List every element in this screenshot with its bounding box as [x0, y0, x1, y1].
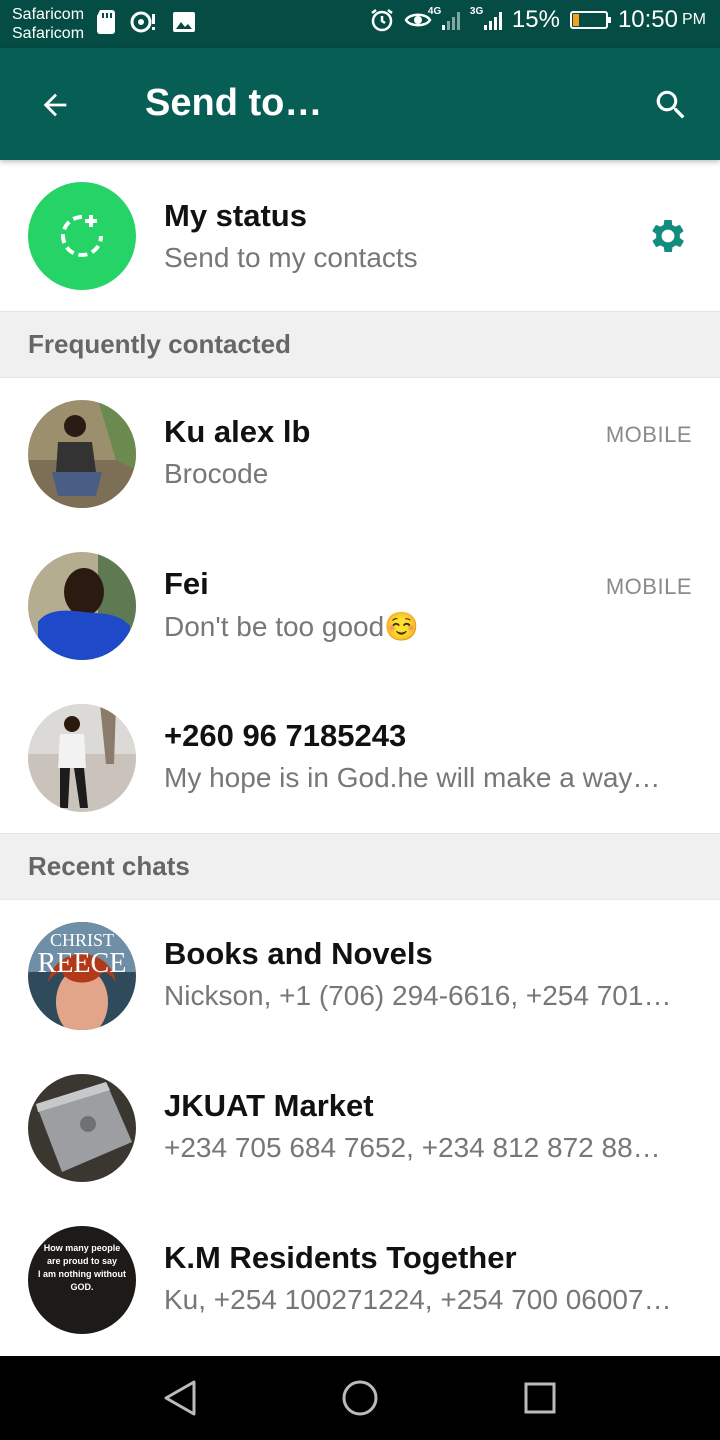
- my-status-title: My status: [164, 198, 307, 233]
- contact-type-badge: MOBILE: [605, 574, 692, 599]
- battery-percent: 15%: [511, 6, 560, 33]
- contact-status: My hope is in God.he will make a way…: [164, 762, 661, 793]
- avatar: CHRIST REECE: [28, 922, 136, 1030]
- status-bar: Safaricom Safaricom 4G 3G 15% 10:50 PM: [0, 0, 720, 48]
- triangle-back-icon: [164, 1380, 196, 1416]
- contact-name: Fei: [164, 566, 209, 601]
- avatar-caption-bottom: I am nothing without GOD.: [38, 1269, 126, 1292]
- contact-status: Brocode: [164, 458, 269, 489]
- add-status-icon: [61, 215, 103, 257]
- navigation-bar: [0, 1356, 720, 1440]
- send-to-screen: Safaricom Safaricom 4G 3G 15% 10:50 PM S…: [0, 0, 720, 1440]
- hotspot-icon: [130, 11, 155, 33]
- chat-members: Ku, +254 100271224, +254 700 06007…: [164, 1284, 672, 1315]
- chat-members: +234 705 684 7652, +234 812 872 88…: [164, 1132, 661, 1163]
- my-status-subtitle: Send to my contacts: [164, 242, 418, 273]
- carrier-2: Safaricom: [12, 25, 85, 42]
- circle-home-icon: [342, 1380, 378, 1416]
- chat-members: Nickson, +1 (706) 294-6616, +254 701…: [164, 980, 672, 1011]
- gear-icon[interactable]: [646, 214, 690, 258]
- chat-name: Books and Novels: [164, 936, 433, 971]
- section-title: Frequently contacted: [28, 329, 291, 359]
- clock-ampm: PM: [682, 11, 706, 28]
- image-icon: [173, 12, 195, 32]
- signal-3g-icon: 3G: [470, 6, 502, 30]
- alarm-icon: [371, 9, 393, 32]
- square-recents-icon: [524, 1382, 556, 1414]
- nav-home-button[interactable]: [338, 1376, 382, 1420]
- contact-status: Don't be too good☺️: [164, 611, 420, 642]
- chat-name: K.M Residents Together: [164, 1240, 517, 1275]
- my-status-row[interactable]: My status Send to my contacts: [0, 160, 720, 312]
- contact-type-badge: MOBILE: [605, 422, 692, 447]
- avatar-caption-bottom: REECE: [38, 948, 127, 979]
- contact-row[interactable]: Fei Don't be too good☺️ MOBILE: [0, 530, 720, 682]
- arrow-left-icon: [43, 93, 67, 117]
- section-title: Recent chats: [28, 851, 190, 881]
- avatar: [28, 704, 136, 812]
- chat-name: JKUAT Market: [164, 1088, 374, 1123]
- carrier-names: Safaricom Safaricom: [12, 5, 84, 43]
- sd-card-icon: [97, 10, 115, 34]
- app-bar: Send to…: [0, 48, 720, 160]
- avatar: [28, 1074, 136, 1182]
- nav-back-button[interactable]: [158, 1376, 202, 1420]
- contact-row[interactable]: +260 96 7185243 My hope is in God.he wil…: [0, 682, 720, 834]
- nav-recents-button[interactable]: [518, 1376, 562, 1420]
- carrier-1: Safaricom: [12, 6, 85, 23]
- chat-row[interactable]: JKUAT Market +234 705 684 7652, +234 812…: [0, 1052, 720, 1204]
- search-button[interactable]: [646, 80, 696, 130]
- signal-4g-icon: 4G: [428, 6, 460, 30]
- avatar-caption-top: CHRIST: [50, 930, 114, 950]
- notification-icons: [96, 10, 196, 34]
- battery-icon: [569, 11, 611, 29]
- contact-name: +260 96 7185243: [164, 718, 407, 753]
- avatar-caption-top: How many people are proud to say: [43, 1243, 121, 1266]
- avatar: How many people are proud to say I am no…: [28, 1226, 136, 1334]
- section-recent-chats: Recent chats: [0, 834, 720, 900]
- avatar: [28, 552, 136, 660]
- search-icon: [656, 90, 685, 119]
- status-right: 4G 3G 15% 10:50 PM: [370, 6, 706, 34]
- clock: 10:50: [617, 6, 678, 33]
- network-1-label: 4G: [427, 6, 442, 17]
- chat-row[interactable]: How many people are proud to say I am no…: [0, 1204, 720, 1356]
- network-2-label: 3G: [469, 6, 484, 17]
- contact-row[interactable]: Ku alex lb Brocode MOBILE: [0, 378, 720, 530]
- chat-row[interactable]: CHRIST REECE Books and Novels Nickson, +…: [0, 900, 720, 1052]
- back-button[interactable]: [30, 80, 80, 130]
- contact-name: Ku alex lb: [164, 414, 311, 449]
- add-status-avatar: [28, 182, 136, 290]
- section-frequently-contacted: Frequently contacted: [0, 312, 720, 378]
- avatar: [28, 400, 136, 508]
- page-title: Send to…: [145, 82, 323, 124]
